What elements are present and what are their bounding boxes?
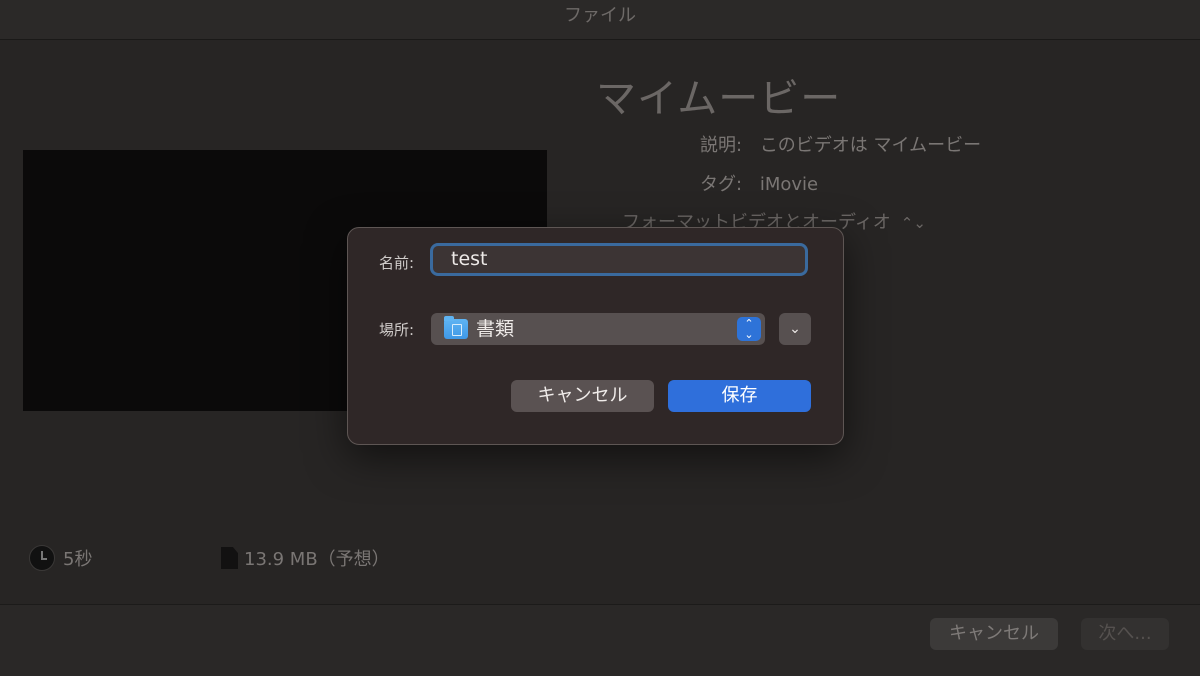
- duration-info: 5秒: [29, 545, 92, 571]
- expand-button[interactable]: ⌄: [779, 313, 811, 345]
- tags-label: タグ:: [700, 174, 743, 195]
- location-select[interactable]: 書類 ⌃ ⌄: [431, 313, 765, 345]
- filesize-text: 13.9 MB（予想）: [244, 549, 390, 570]
- description-row: 説明: このビデオは マイムービー: [700, 131, 981, 157]
- description-label: 説明:: [700, 135, 743, 156]
- footer-cancel-button[interactable]: キャンセル: [930, 618, 1058, 650]
- filesize-info: 13.9 MB（予想）: [221, 545, 390, 571]
- document-icon: [221, 547, 238, 569]
- location-value: 書類: [476, 318, 515, 340]
- footer-next-button[interactable]: 次へ...: [1081, 618, 1169, 650]
- chevron-updown-icon: ⌃⌄: [737, 317, 761, 341]
- description-value[interactable]: このビデオは マイムービー: [760, 135, 981, 156]
- save-dialog: 名前: test 場所: 書類 ⌃ ⌄ ⌄ キャンセル 保存: [347, 227, 844, 445]
- tags-value[interactable]: iMovie: [760, 174, 818, 195]
- clock-icon: [29, 545, 55, 571]
- name-field[interactable]: test: [430, 243, 808, 276]
- movie-title: マイムービー: [596, 76, 842, 122]
- duration-text: 5秒: [63, 549, 93, 570]
- folder-icon: [444, 316, 468, 339]
- location-label: 場所:: [379, 321, 415, 339]
- dialog-cancel-button[interactable]: キャンセル: [511, 380, 654, 412]
- chevron-down-icon: ⌄: [789, 321, 801, 337]
- window-title: ファイル: [0, 0, 1200, 40]
- name-label: 名前:: [379, 254, 415, 272]
- save-button[interactable]: 保存: [668, 380, 811, 412]
- chevron-updown-icon: ⌃⌄: [900, 214, 926, 232]
- tags-row: タグ: iMovie: [700, 170, 818, 196]
